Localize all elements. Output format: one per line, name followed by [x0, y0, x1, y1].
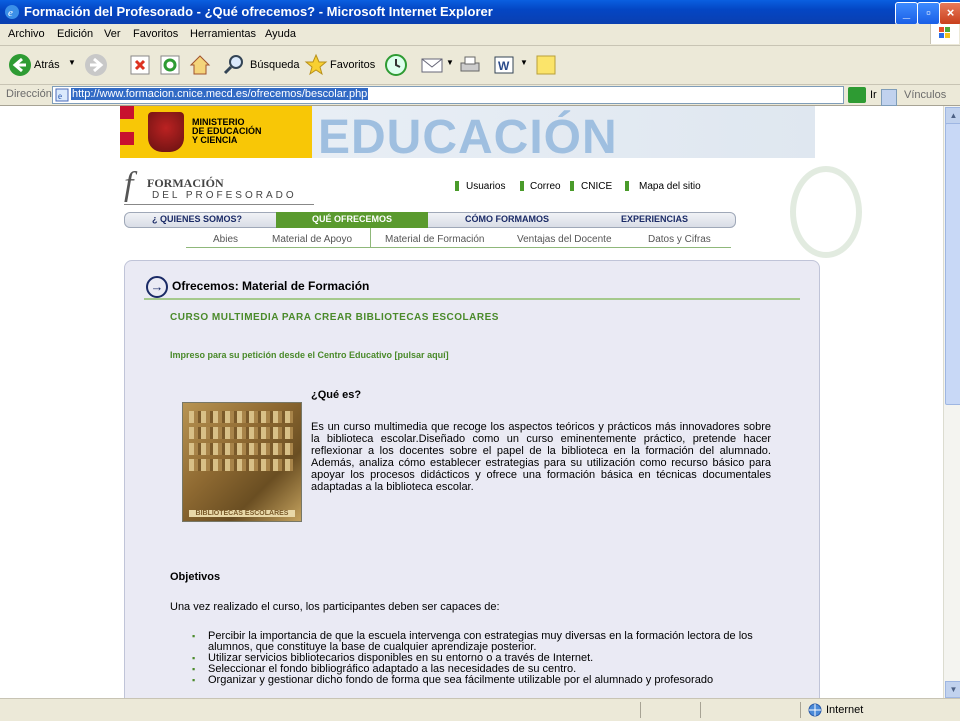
toolbar: Atrás ▼ Búsqueda Favoritos ▼ W ▼	[0, 46, 960, 85]
favorites-button-label[interactable]: Favoritos	[330, 59, 375, 71]
print-icon[interactable]	[458, 53, 482, 77]
go-button[interactable]: Ir	[870, 89, 877, 101]
home-icon[interactable]	[188, 53, 212, 77]
ministry-name: MINISTERIO DE EDUCACIÓN Y CIENCIA	[192, 117, 262, 145]
logo-divider	[124, 204, 314, 205]
link-cnice[interactable]: CNICE	[581, 181, 612, 192]
logo-title-line2[interactable]: DEL PROFESORADO	[152, 190, 297, 201]
what-is-text: Es un curso multimedia que recoge los as…	[311, 421, 771, 493]
minimize-button[interactable]: _	[895, 2, 918, 25]
spain-flag-stripe	[120, 106, 134, 158]
address-bar: Dirección e http://www.formacion.cnice.m…	[0, 85, 960, 106]
back-dropdown-icon[interactable]: ▼	[68, 58, 76, 67]
search-button-label[interactable]: Búsqueda	[250, 59, 300, 71]
nav-quienes-somos[interactable]: ¿ QUIENES SOMOS?	[152, 214, 242, 224]
toplink-marker	[570, 181, 574, 191]
back-arrow-icon[interactable]	[8, 53, 32, 77]
internet-explorer-icon: e	[5, 5, 19, 19]
arrow-right-icon: →	[146, 276, 168, 298]
status-separator	[700, 702, 701, 718]
maximize-button[interactable]: ▫	[917, 2, 940, 25]
links-label[interactable]: Vínculos	[904, 89, 946, 101]
nav-que-ofrecemos[interactable]: QUÉ OFRECEMOS	[276, 214, 428, 224]
close-button[interactable]: ×	[939, 2, 960, 25]
objectives-heading: Objetivos	[170, 571, 221, 583]
stop-icon[interactable]	[128, 53, 152, 77]
status-bar: Internet	[0, 698, 960, 721]
vertical-scrollbar[interactable]: ▲ ▼	[943, 106, 960, 698]
logo-title-line1[interactable]: FORMACIÓN	[147, 176, 224, 191]
objectives-intro: Una vez realizado el curso, los particip…	[170, 601, 500, 613]
subnav-separator	[370, 228, 371, 248]
menu-archivo[interactable]: Archivo	[8, 28, 45, 40]
toplink-marker	[625, 181, 629, 191]
scroll-up-icon[interactable]: ▲	[945, 107, 960, 124]
nav-experiencias[interactable]: EXPERIENCIAS	[621, 214, 688, 224]
objectives-list: Percibir la importancia de que la escuel…	[190, 631, 780, 687]
svg-text:e: e	[8, 7, 13, 19]
subnav-material-de-formacion[interactable]: Material de Formación	[385, 234, 484, 245]
back-button-label[interactable]: Atrás	[34, 59, 60, 71]
page-title: Ofrecemos: Material de Formación	[172, 279, 370, 293]
logo-letter: f	[124, 166, 134, 203]
course-cover-image: BIBLIOTECAS ESCOLARES	[182, 402, 302, 522]
subnav-ventajas-del-docente[interactable]: Ventajas del Docente	[517, 234, 612, 245]
title-bar: e Formación del Profesorado - ¿Qué ofrec…	[0, 0, 960, 25]
svg-text:W: W	[498, 59, 510, 73]
address-label: Dirección	[6, 88, 52, 100]
subnav-underline	[186, 247, 731, 248]
decorative-shell-icon	[790, 166, 862, 258]
menu-edicion[interactable]: Edición	[57, 28, 93, 40]
status-separator	[640, 702, 641, 718]
go-arrow-icon[interactable]	[848, 87, 866, 103]
link-mapa-del-sitio[interactable]: Mapa del sitio	[639, 181, 701, 192]
edit-word-icon[interactable]: W	[492, 53, 516, 77]
what-is-heading: ¿Qué es?	[311, 389, 362, 401]
page-viewport: MINISTERIO DE EDUCACIÓN Y CIENCIA EDUCAC…	[0, 106, 943, 698]
scroll-down-icon[interactable]: ▼	[945, 681, 960, 698]
link-correo[interactable]: Correo	[530, 181, 561, 192]
nav-como-formamos[interactable]: CÓMO FORMAMOS	[465, 214, 549, 224]
menu-ayuda[interactable]: Ayuda	[265, 28, 296, 40]
course-title: CURSO MULTIMEDIA PARA CREAR BIBLIOTECAS …	[170, 312, 499, 323]
list-item: Percibir la importancia de que la escuel…	[190, 631, 780, 653]
coat-of-arms-icon	[148, 112, 184, 152]
menu-bar: Archivo Edición Ver Favoritos Herramient…	[0, 24, 960, 46]
svg-text:e: e	[58, 91, 62, 101]
mail-dropdown-icon[interactable]: ▼	[446, 58, 454, 67]
education-banner-text: EDUCACIÓN	[318, 111, 618, 164]
favorites-star-icon[interactable]	[304, 53, 328, 77]
subnav-abies[interactable]: Abies	[213, 234, 238, 245]
globe-icon	[808, 703, 822, 717]
notes-icon[interactable]	[534, 53, 558, 77]
history-icon[interactable]	[384, 53, 408, 77]
window-title: Formación del Profesorado - ¿Qué ofrecem…	[24, 4, 493, 19]
status-separator	[800, 702, 801, 718]
windows-logo-icon	[930, 24, 959, 44]
subnav-datos-y-cifras[interactable]: Datos y Cifras	[648, 234, 711, 245]
menu-herramientas[interactable]: Herramientas	[190, 28, 256, 40]
search-icon[interactable]	[222, 53, 246, 77]
menu-ver[interactable]: Ver	[104, 28, 121, 40]
cover-label: BIBLIOTECAS ESCOLARES	[189, 510, 295, 517]
zone-label: Internet	[826, 704, 864, 716]
print-request-link[interactable]: Impreso para su petición desde el Centro…	[170, 350, 449, 360]
list-item: Organizar y gestionar dicho fondo de for…	[190, 675, 780, 687]
address-dropdown-icon[interactable]	[881, 89, 897, 106]
mail-icon[interactable]	[420, 53, 444, 77]
scroll-thumb[interactable]	[945, 123, 960, 405]
toplink-marker	[455, 181, 459, 191]
title-divider	[144, 298, 800, 300]
address-url[interactable]: http://www.formacion.cnice.mecd.es/ofrec…	[71, 88, 369, 100]
link-usuarios[interactable]: Usuarios	[466, 181, 505, 192]
forward-arrow-icon[interactable]	[84, 53, 108, 77]
menu-favoritos[interactable]: Favoritos	[133, 28, 178, 40]
toplink-marker	[520, 181, 524, 191]
edit-dropdown-icon[interactable]: ▼	[520, 58, 528, 67]
address-input[interactable]: e http://www.formacion.cnice.mecd.es/ofr…	[52, 86, 897, 106]
subnav-material-de-apoyo[interactable]: Material de Apoyo	[272, 234, 352, 245]
page-icon: e	[55, 88, 69, 102]
refresh-icon[interactable]	[158, 53, 182, 77]
